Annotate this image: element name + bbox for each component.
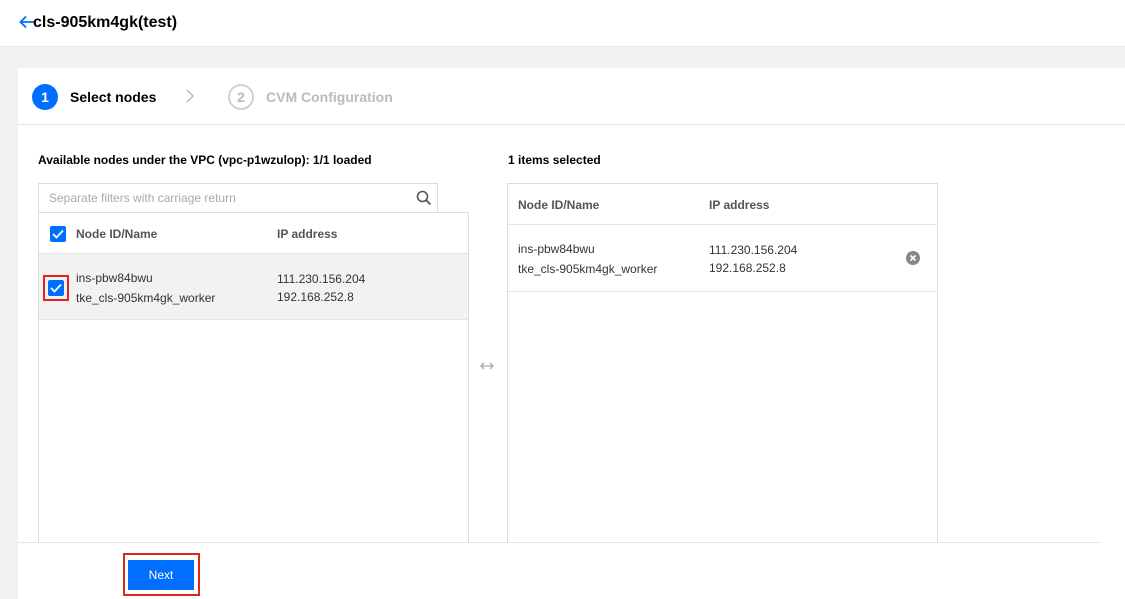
table-row[interactable]: ins-pbw84bwu tke_cls-905km4gk_worker 111… bbox=[39, 254, 468, 320]
node-id: ins-pbw84bwu bbox=[76, 271, 153, 285]
action-bar: Next bbox=[18, 542, 1101, 599]
swap-arrows-icon bbox=[480, 362, 494, 370]
step-bar: 1 Select nodes 2 CVM Configuration bbox=[18, 68, 1125, 125]
column-ip-address: IP address bbox=[277, 227, 338, 241]
chevron-right-icon bbox=[186, 89, 195, 103]
check-icon bbox=[50, 283, 62, 293]
main-card: 1 Select nodes 2 CVM Configuration Avail… bbox=[18, 68, 1125, 599]
public-ip: 111.230.156.204 bbox=[709, 243, 798, 257]
search-box bbox=[38, 183, 438, 213]
column-ip-address: IP address bbox=[709, 198, 770, 212]
top-header: cls-905km4gk(test) bbox=[0, 0, 1125, 47]
search-input[interactable] bbox=[39, 184, 409, 212]
next-button[interactable]: Next bbox=[128, 560, 194, 590]
available-nodes-list: Node ID/Name IP address ins-pbw84bwu tke… bbox=[38, 212, 469, 599]
node-name: tke_cls-905km4gk_worker bbox=[76, 291, 216, 305]
private-ip: 192.168.252.8 bbox=[277, 290, 354, 304]
available-nodes-heading: Available nodes under the VPC (vpc-p1wzu… bbox=[38, 153, 372, 167]
column-node-id-name: Node ID/Name bbox=[76, 227, 158, 241]
step-1-number: 1 bbox=[32, 84, 58, 110]
step-1-label: Select nodes bbox=[70, 89, 157, 105]
step-2-label: CVM Configuration bbox=[266, 89, 393, 105]
list-header: Node ID/Name IP address bbox=[39, 213, 468, 254]
list-header: Node ID/Name IP address bbox=[508, 184, 937, 225]
selected-nodes-list: Node ID/Name IP address ins-pbw84bwu tke… bbox=[507, 183, 938, 599]
select-all-checkbox[interactable] bbox=[50, 226, 66, 242]
node-id: ins-pbw84bwu bbox=[518, 242, 595, 256]
search-icon[interactable] bbox=[416, 190, 432, 206]
selected-count-heading: 1 items selected bbox=[508, 153, 601, 167]
column-node-id-name: Node ID/Name bbox=[518, 198, 600, 212]
node-name: tke_cls-905km4gk_worker bbox=[518, 262, 658, 276]
page-title: cls-905km4gk(test) bbox=[33, 14, 178, 31]
step-2-number: 2 bbox=[228, 84, 254, 110]
row-checkbox[interactable] bbox=[48, 280, 64, 296]
check-icon bbox=[52, 229, 64, 239]
public-ip: 111.230.156.204 bbox=[277, 272, 366, 286]
table-row: ins-pbw84bwu tke_cls-905km4gk_worker 111… bbox=[508, 225, 937, 292]
remove-circle-icon[interactable] bbox=[906, 251, 920, 265]
private-ip: 192.168.252.8 bbox=[709, 261, 786, 275]
